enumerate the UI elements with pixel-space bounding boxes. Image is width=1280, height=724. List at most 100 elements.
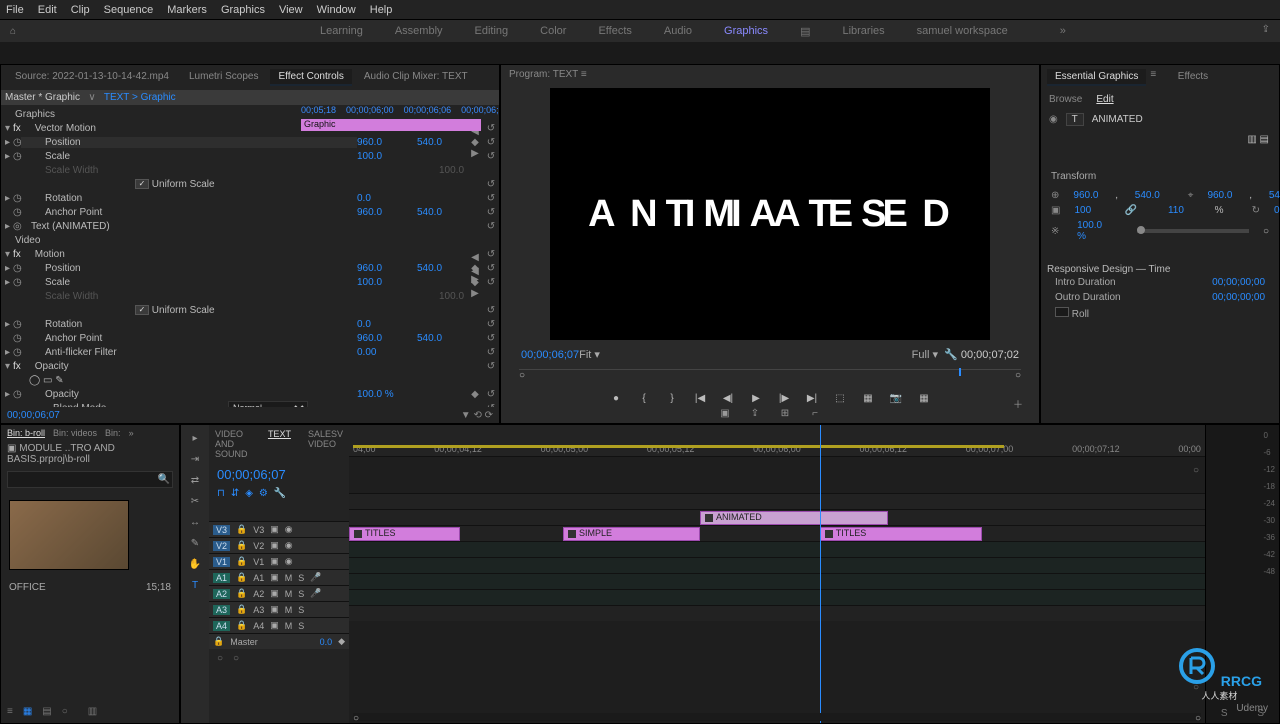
seq-tab-0[interactable]: VIDEO AND SOUND [215, 429, 251, 459]
clip-ref-link[interactable]: TEXT > Graphic [104, 92, 176, 103]
tab-essential-graphics[interactable]: Essential Graphics [1047, 69, 1146, 86]
ws-more-icon[interactable]: » [1060, 25, 1066, 37]
menu-window[interactable]: Window [317, 4, 356, 16]
prop-scale-m[interactable]: Scale [21, 277, 357, 288]
ws-learning[interactable]: Learning [320, 25, 363, 37]
timeline-ruler[interactable]: 04;0000;00;04;1200;00;05;0000;00;05;1200… [349, 425, 1205, 457]
reset-icon[interactable]: ↺ [483, 389, 499, 400]
reset-icon[interactable]: ↺ [483, 333, 499, 344]
track-a3-tag[interactable]: A3 [213, 605, 230, 615]
lock-icon[interactable]: 🔒 [236, 588, 247, 599]
mask-ellipse-icon[interactable]: ◯ [29, 375, 40, 386]
eg-layer-name[interactable]: ANIMATED [1092, 114, 1143, 125]
tl-marker-in-icon[interactable]: ○ [233, 653, 239, 664]
reset-icon[interactable]: ↺ [483, 277, 499, 288]
lock-icon[interactable]: 🔒 [236, 540, 247, 551]
toggle-output-icon[interactable]: ▣ [270, 524, 279, 535]
effect-controls-mini-timeline[interactable]: 00;05;1800;00;06;0000;00;06;0600;00;06;1… [301, 105, 499, 115]
eye-icon[interactable]: ◎ [13, 221, 21, 232]
val-antiflicker[interactable]: 0.00 [357, 347, 417, 358]
track-v3-lane[interactable] [349, 493, 1205, 509]
slip-tool-icon[interactable]: ↔ [190, 517, 200, 528]
snap-toggle-icon[interactable]: ⊓ [217, 488, 225, 499]
uniform-scale-checkbox-m[interactable]: ✓ [135, 305, 149, 315]
tab-audio-clip-mixer[interactable]: Audio Clip Mixer: TEXT [356, 69, 476, 86]
stopwatch-icon[interactable]: ◷ [13, 277, 21, 288]
menu-help[interactable]: Help [370, 4, 393, 16]
uniform-scale-checkbox[interactable]: ✓ [135, 179, 149, 189]
stopwatch-icon[interactable]: ◷ [13, 347, 21, 358]
prop-rotation[interactable]: Rotation [21, 193, 357, 204]
fx-badge-icon[interactable]: fx [13, 123, 21, 134]
list-view-icon[interactable]: ≡ [7, 706, 13, 717]
eg-scale[interactable]: 100 [1074, 205, 1091, 216]
marker-tool-icon[interactable]: ◈ [245, 488, 253, 499]
prop-position[interactable]: Position [21, 137, 357, 148]
val-anchor-y-m[interactable]: 540.0 [417, 333, 467, 344]
step-forward-button[interactable]: |▶ [776, 393, 792, 404]
insert-button[interactable]: ▣ [717, 408, 733, 419]
lock-icon[interactable]: 🔒 [236, 620, 247, 631]
track-a1-lane[interactable] [349, 541, 1205, 557]
clip-simple[interactable]: SIMPLE [563, 527, 700, 541]
opacity-slider[interactable] [1137, 229, 1249, 233]
prop-anchor-point[interactable]: Anchor Point [21, 207, 357, 218]
reset-icon[interactable]: ↺ [483, 403, 499, 408]
track-a2-lane[interactable] [349, 557, 1205, 573]
scrub-end[interactable]: ○ [1015, 370, 1021, 381]
work-area-bar[interactable] [353, 445, 1004, 448]
track-a4-lane[interactable] [349, 589, 1205, 605]
panel-menu-icon[interactable]: ≡ [581, 69, 587, 80]
lock-icon[interactable]: 🔒 [213, 636, 224, 647]
twirl-icon[interactable]: ▸ [5, 193, 13, 204]
twirl-icon[interactable]: ▸ [5, 221, 13, 232]
lock-icon[interactable]: 🔒 [236, 572, 247, 583]
playhead-icon[interactable] [959, 368, 961, 376]
tab-effects[interactable]: Effects [1170, 69, 1216, 86]
linked-selection-icon[interactable]: ⇵ [231, 488, 239, 499]
reset-icon[interactable]: ↺ [483, 123, 499, 134]
overwrite-button[interactable]: ⇪ [747, 408, 763, 419]
reset-icon[interactable]: ↺ [483, 305, 499, 316]
type-tool-icon[interactable]: T [192, 580, 198, 591]
seq-tab-2[interactable]: SALESV VIDEO [308, 429, 343, 459]
ws-graphics[interactable]: Graphics [724, 25, 768, 37]
menu-view[interactable]: View [279, 4, 303, 16]
hand-tool-icon[interactable]: ✋ [189, 559, 201, 570]
lock-icon[interactable]: 🔗 [1125, 205, 1137, 216]
reset-icon[interactable]: ↺ [483, 361, 499, 372]
prop-position-m[interactable]: Position [21, 263, 357, 274]
reset-icon[interactable]: ↺ [483, 221, 499, 232]
prop-blend-mode[interactable]: Blend Mode [29, 403, 228, 408]
ws-audio[interactable]: Audio [664, 25, 692, 37]
share-icon[interactable]: ⇪ [1262, 24, 1270, 35]
eg-scale-w[interactable]: 110 [1168, 205, 1184, 216]
val-anchor-x[interactable]: 960.0 [357, 207, 417, 218]
val-scale[interactable]: 100.0 [357, 151, 417, 162]
roll-checkbox[interactable] [1055, 307, 1069, 317]
track-select-tool-icon[interactable]: ⇥ [191, 454, 199, 465]
master-level[interactable]: 0.0 [320, 637, 333, 647]
stopwatch-icon[interactable]: ◷ [13, 151, 21, 162]
voiceover-icon[interactable]: 🎤 [310, 572, 321, 583]
clip-name[interactable]: OFFICE [9, 582, 46, 593]
track-master-lane[interactable] [349, 605, 1205, 621]
val-position-y[interactable]: 540.0 [417, 137, 467, 148]
bin-videos-tab[interactable]: Bin: videos [53, 428, 97, 438]
reset-icon[interactable]: ↺ [483, 347, 499, 358]
export-frame-button[interactable]: 📷 [888, 393, 904, 404]
extract-button[interactable]: ▦ [860, 393, 876, 404]
ws-effects[interactable]: Effects [598, 25, 631, 37]
chevron-right-icon[interactable]: » [129, 428, 134, 438]
intro-duration-value[interactable]: 00;00;00;00 [1212, 277, 1265, 288]
stopwatch-icon[interactable]: ◷ [13, 193, 21, 204]
new-bin-icon[interactable]: ▥ [88, 706, 97, 717]
eg-pos-x[interactable]: 960.0 [1073, 190, 1098, 201]
prop-text-layer[interactable]: Text (ANIMATED) [21, 221, 483, 232]
twirl-icon[interactable]: ▸ [5, 151, 13, 162]
twirl-icon[interactable]: ▾ [5, 123, 13, 134]
prop-motion[interactable]: Motion [25, 249, 483, 260]
resolution-select[interactable]: Full [912, 349, 930, 361]
lock-icon[interactable]: 🔒 [236, 604, 247, 615]
menu-graphics[interactable]: Graphics [221, 4, 265, 16]
